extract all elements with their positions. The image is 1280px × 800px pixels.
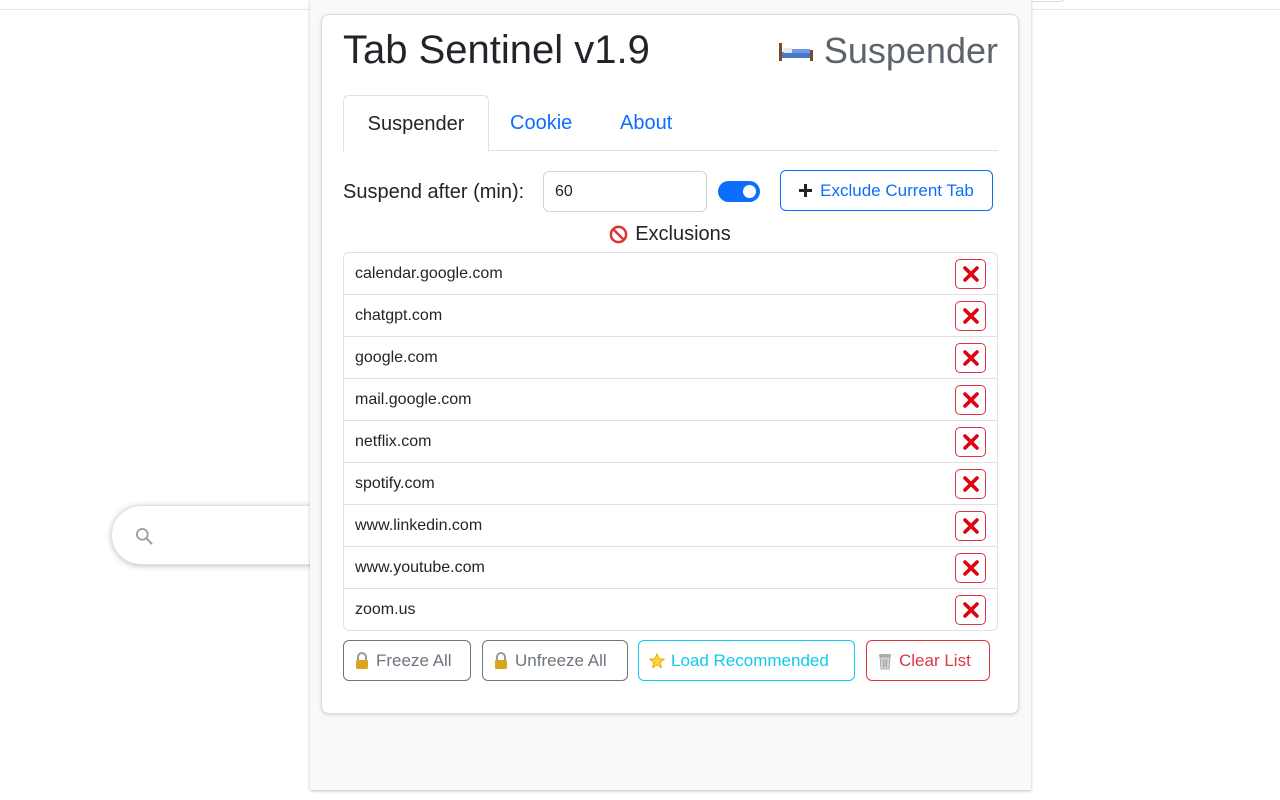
clear-list-button[interactable]: Clear List [866, 640, 990, 681]
bed-icon [778, 43, 813, 61]
remove-exclusion-button[interactable] [955, 553, 986, 583]
remove-exclusion-button[interactable] [955, 595, 986, 625]
no-entry-icon [609, 225, 628, 243]
unfreeze-all-button[interactable]: Unfreeze All [482, 640, 628, 681]
exclusions-list: calendar.google.com chatgpt.com google.c… [343, 252, 998, 631]
exclusion-domain: netflix.com [355, 432, 432, 450]
freeze-all-button[interactable]: Freeze All [343, 640, 471, 681]
search-icon [136, 528, 153, 545]
remove-exclusion-button[interactable] [955, 511, 986, 541]
popup-title: Tab Sentinel v1.9 [343, 28, 650, 72]
red-x-icon [962, 434, 979, 450]
list-item: spotify.com [344, 462, 997, 504]
unfreeze-all-label: Unfreeze All [515, 650, 607, 670]
red-x-icon [962, 350, 979, 366]
list-item: calendar.google.com [344, 253, 997, 294]
remove-exclusion-button[interactable] [955, 385, 986, 415]
star-icon [649, 652, 665, 669]
tab-about[interactable]: About [620, 95, 672, 151]
freeze-all-label: Freeze All [376, 650, 452, 670]
list-item: zoom.us [344, 588, 997, 630]
exclusion-domain: www.youtube.com [355, 558, 485, 576]
exclude-current-tab-label: Exclude Current Tab [820, 180, 974, 200]
list-item: google.com [344, 336, 997, 378]
exclusion-domain: google.com [355, 348, 438, 366]
exclusion-domain: www.linkedin.com [355, 516, 483, 534]
load-recommended-label: Load Recommended [671, 650, 829, 670]
suspend-minutes-input[interactable] [543, 171, 707, 212]
mode-label: Suspender [823, 30, 998, 71]
clear-list-label: Clear List [899, 650, 971, 670]
exclusion-domain: calendar.google.com [355, 264, 503, 282]
red-x-icon [962, 308, 979, 324]
remove-exclusion-button[interactable] [955, 259, 986, 289]
exclusions-heading-label: Exclusions [635, 223, 731, 245]
red-x-icon [962, 518, 979, 534]
red-x-icon [962, 266, 979, 282]
red-x-icon [962, 602, 979, 618]
exclusions-heading: Exclusions [322, 220, 1018, 248]
load-recommended-button[interactable]: Load Recommended [638, 640, 855, 681]
suspend-after-label: Suspend after (min): [343, 181, 525, 203]
extension-popup: Tab Sentinel v1.9 Suspender Suspender Co… [310, 0, 1031, 790]
red-x-icon [962, 476, 979, 492]
tab-cookie[interactable]: Cookie [510, 95, 572, 151]
remove-exclusion-button[interactable] [955, 427, 986, 457]
remove-exclusion-button[interactable] [955, 301, 986, 331]
red-x-icon [962, 560, 979, 576]
list-item: netflix.com [344, 420, 997, 462]
exclude-current-tab-button[interactable]: Exclude Current Tab [780, 170, 993, 211]
lock-icon [356, 651, 368, 669]
mode-indicator: Suspender [778, 31, 998, 71]
plus-icon [799, 184, 813, 197]
suspend-toggle[interactable] [718, 181, 760, 202]
toggle-knob [743, 185, 756, 198]
red-x-icon [962, 392, 979, 408]
list-item: chatgpt.com [344, 294, 997, 336]
remove-exclusion-button[interactable] [955, 469, 986, 499]
lock-icon [495, 651, 507, 669]
tab-suspender[interactable]: Suspender [343, 95, 489, 152]
exclusion-domain: mail.google.com [355, 390, 472, 408]
list-item: www.youtube.com [344, 546, 997, 588]
remove-exclusion-button[interactable] [955, 343, 986, 373]
exclusion-domain: zoom.us [355, 600, 416, 618]
exclusion-domain: spotify.com [355, 474, 435, 492]
tab-bar: Suspender Cookie About [343, 95, 998, 152]
list-item: www.linkedin.com [344, 504, 997, 546]
exclusion-domain: chatgpt.com [355, 306, 443, 324]
wastebasket-icon [879, 653, 891, 669]
list-item: mail.google.com [344, 378, 997, 420]
popup-card: Tab Sentinel v1.9 Suspender Suspender Co… [321, 14, 1019, 714]
